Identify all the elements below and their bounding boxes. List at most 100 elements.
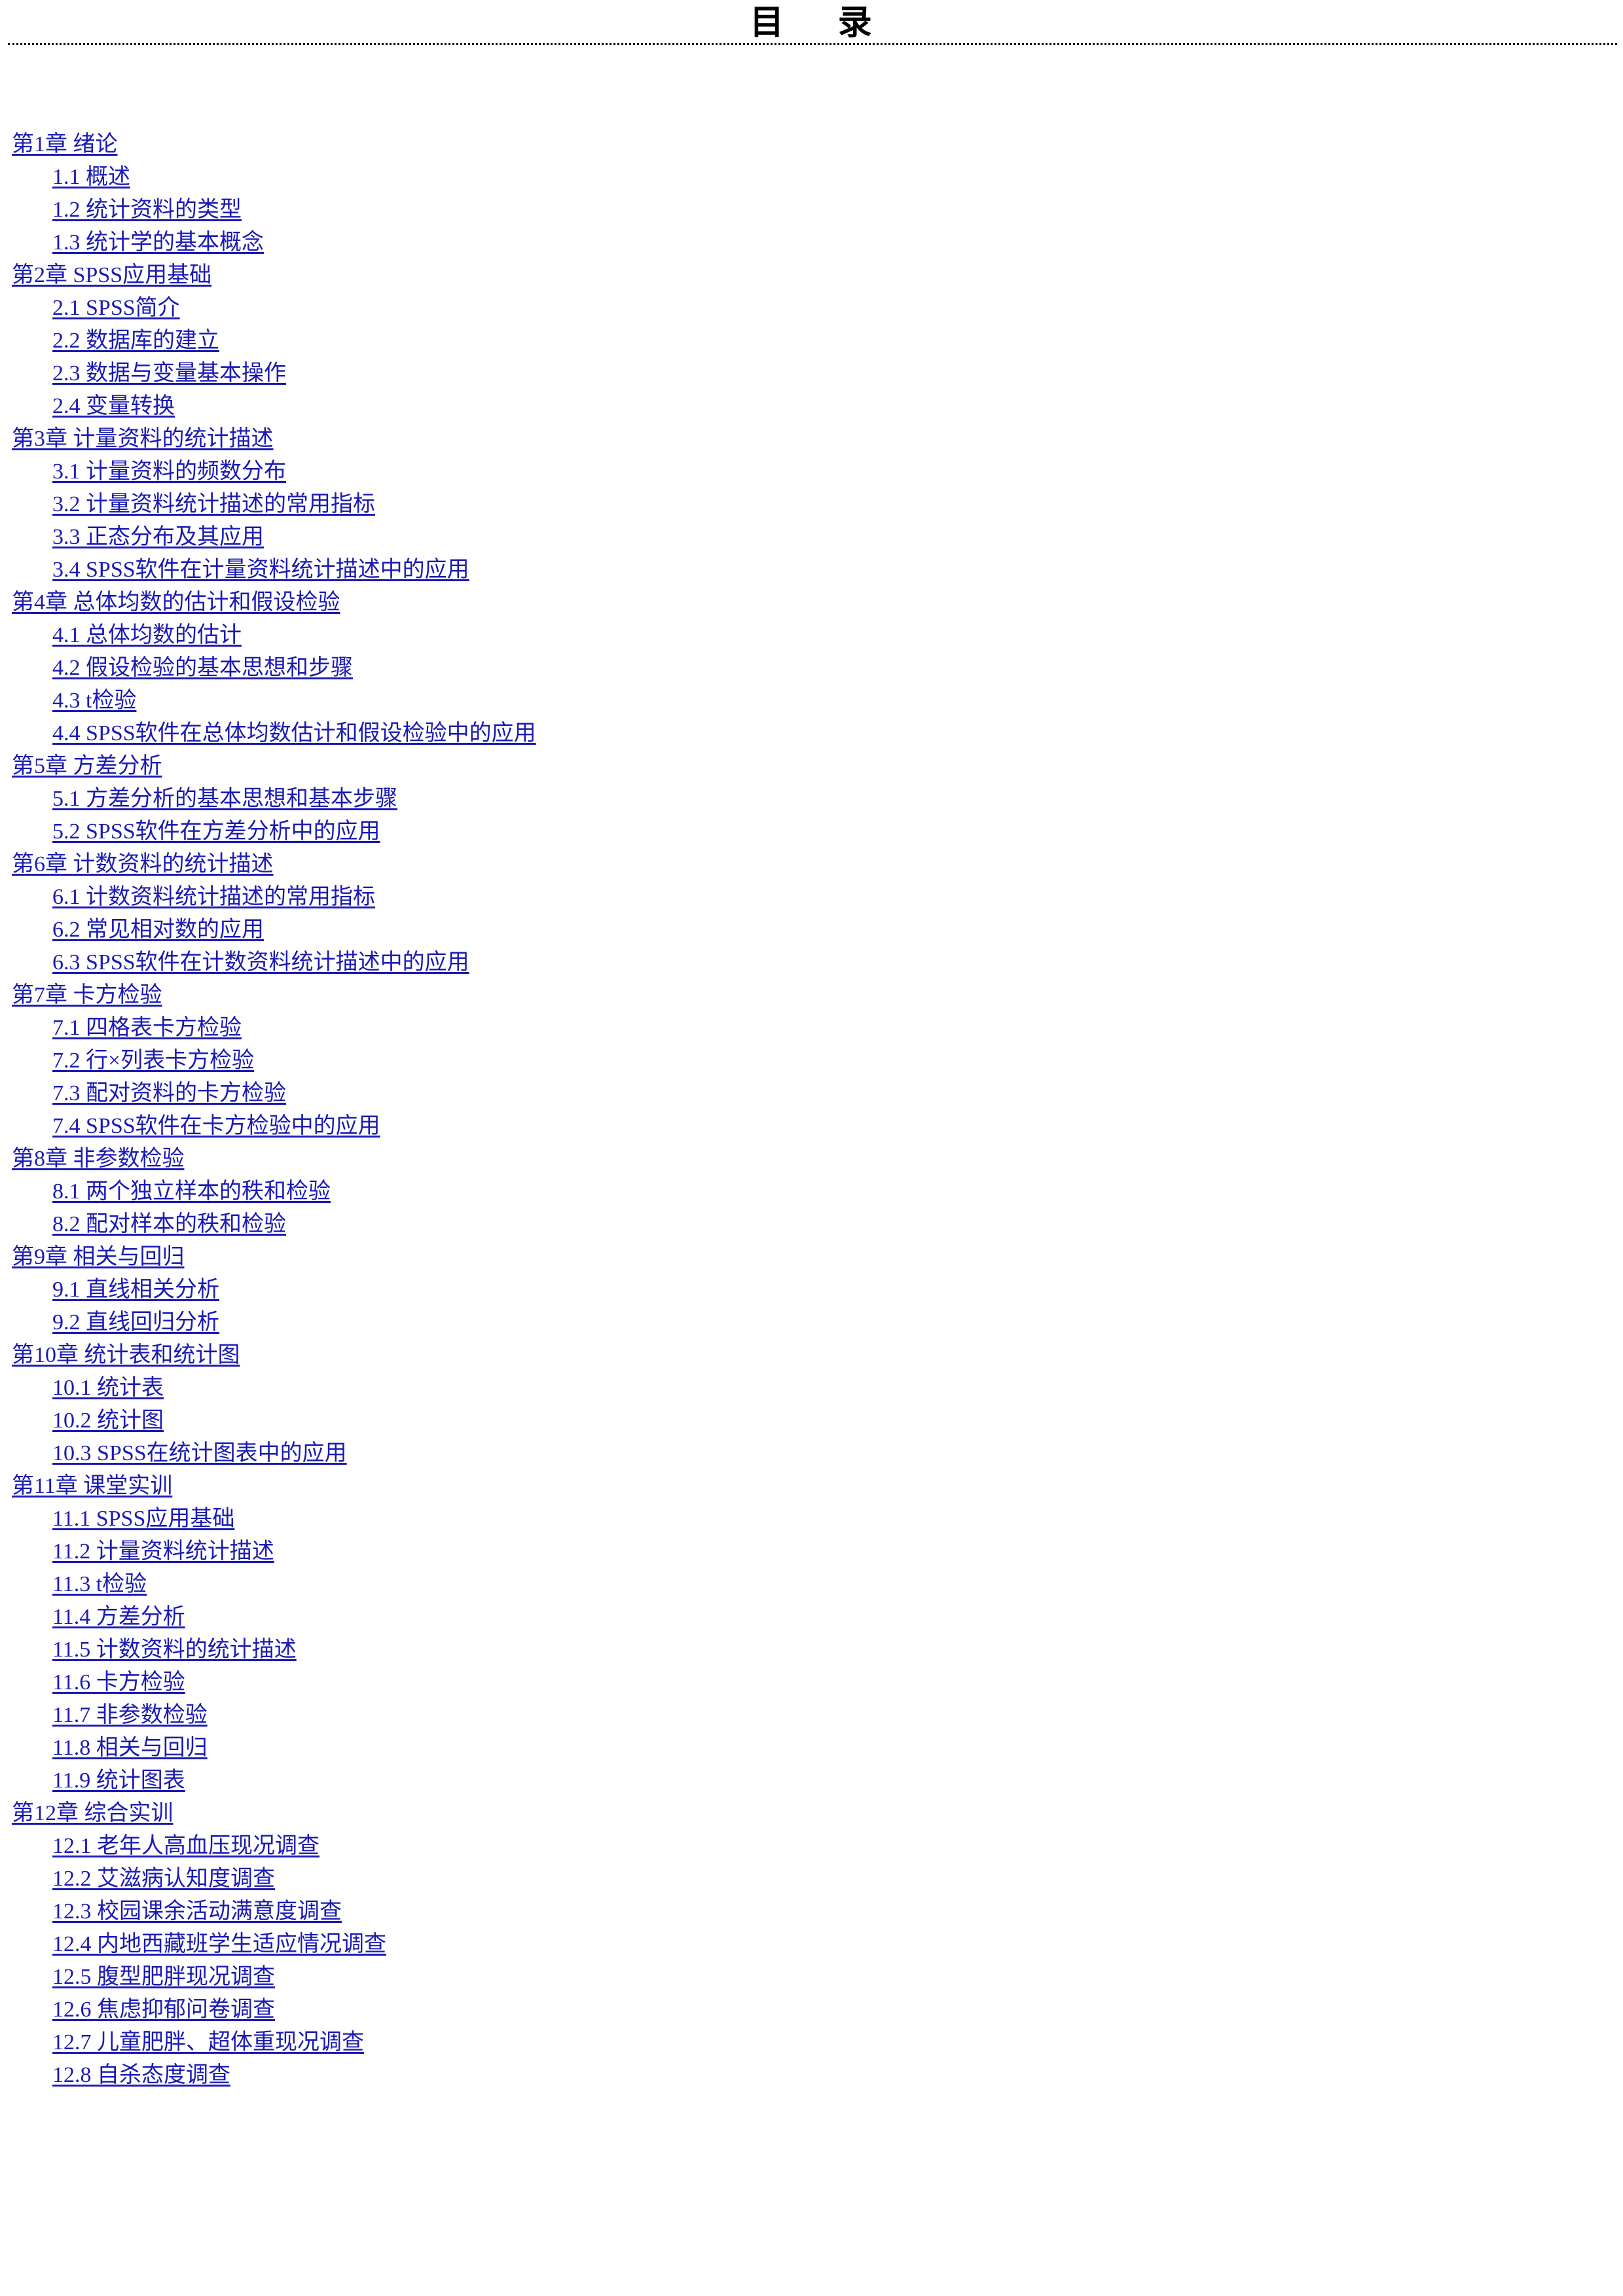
- toc-chapter-row: 第5章 方差分析: [0, 750, 1623, 783]
- toc-chapter-link[interactable]: 第8章 非参数检验: [12, 1147, 185, 1171]
- toc-section-link[interactable]: 6.2 常见相对数的应用: [52, 918, 264, 942]
- toc-section-link[interactable]: 11.4 方差分析: [52, 1605, 185, 1629]
- toc-chapter-link[interactable]: 第7章 卡方检验: [12, 983, 162, 1007]
- toc-section-link[interactable]: 4.4 SPSS软件在总体均数估计和假设检验中的应用: [52, 721, 536, 745]
- toc-section-link[interactable]: 11.6 卡方检验: [52, 1670, 185, 1695]
- toc-section-link[interactable]: 10.3 SPSS在统计图表中的应用: [52, 1441, 347, 1465]
- toc-section-link[interactable]: 4.1 总体均数的估计: [52, 623, 242, 647]
- toc-section-row: 12.7 儿童肥胖、超体重现况调查: [0, 2026, 1623, 2059]
- toc-section-link[interactable]: 11.9 统计图表: [52, 1768, 185, 1793]
- toc-section-row: 12.5 腹型肥胖现况调查: [0, 1961, 1623, 1994]
- toc-section-link[interactable]: 2.4 变量转换: [52, 394, 175, 418]
- toc-chapter-link[interactable]: 第12章 综合实训: [12, 1801, 173, 1825]
- toc-section-link[interactable]: 3.3 正态分布及其应用: [52, 525, 264, 549]
- toc-section-link[interactable]: 12.2 艾滋病认知度调查: [52, 1867, 275, 1891]
- toc-section-row: 4.1 总体均数的估计: [0, 619, 1623, 652]
- toc-section-row: 3.4 SPSS软件在计量资料统计描述中的应用: [0, 554, 1623, 586]
- toc-section-row: 11.8 相关与回归: [0, 1732, 1623, 1765]
- toc-section-link[interactable]: 5.1 方差分析的基本思想和基本步骤: [52, 787, 397, 811]
- toc-section-row: 7.1 四格表卡方检验: [0, 1012, 1623, 1045]
- toc-section-link[interactable]: 7.4 SPSS软件在卡方检验中的应用: [52, 1114, 380, 1138]
- toc-section-link[interactable]: 9.2 直线回归分析: [52, 1310, 219, 1335]
- toc-section-link[interactable]: 12.6 焦虑抑郁问卷调查: [52, 1998, 275, 2022]
- toc-section-row: 11.1 SPSS应用基础: [0, 1503, 1623, 1535]
- toc-section-row: 3.3 正态分布及其应用: [0, 521, 1623, 554]
- toc-section-link[interactable]: 2.2 数据库的建立: [52, 329, 219, 353]
- toc-chapter-link[interactable]: 第9章 相关与回归: [12, 1245, 185, 1269]
- toc-section-link[interactable]: 11.5 计数资料的统计描述: [52, 1638, 297, 1662]
- toc-section-link[interactable]: 10.1 统计表: [52, 1376, 164, 1400]
- toc-chapter-row: 第7章 卡方检验: [0, 979, 1623, 1012]
- toc-section-row: 12.1 老年人高血压现况调查: [0, 1830, 1623, 1863]
- toc-chapter-row: 第11章 课堂实训: [0, 1470, 1623, 1503]
- toc-section-link[interactable]: 12.5 腹型肥胖现况调查: [52, 1965, 275, 1989]
- toc-section-link[interactable]: 12.3 校园课余活动满意度调查: [52, 1899, 342, 1924]
- toc-section-link[interactable]: 6.3 SPSS软件在计数资料统计描述中的应用: [52, 950, 469, 975]
- toc-section-link[interactable]: 8.2 配对样本的秩和检验: [52, 1212, 286, 1236]
- toc-section-row: 12.4 内地西藏班学生适应情况调查: [0, 1928, 1623, 1961]
- toc-section-link[interactable]: 12.1 老年人高血压现况调查: [52, 1834, 319, 1858]
- toc-section-link[interactable]: 3.2 计量资料统计描述的常用指标: [52, 492, 375, 516]
- toc-section-link[interactable]: 12.8 自杀态度调查: [52, 2063, 230, 2087]
- toc-section-row: 8.1 两个独立样本的秩和检验: [0, 1175, 1623, 1208]
- toc-section-row: 2.1 SPSS简介: [0, 292, 1623, 325]
- toc-section-row: 3.2 计量资料统计描述的常用指标: [0, 488, 1623, 521]
- toc-chapter-link[interactable]: 第2章 SPSS应用基础: [12, 263, 211, 287]
- toc-chapter-row: 第10章 统计表和统计图: [0, 1339, 1623, 1372]
- page-header: 目 录: [0, 0, 1623, 47]
- toc-section-link[interactable]: 7.2 行×列表卡方检验: [52, 1049, 254, 1073]
- toc-section-row: 8.2 配对样本的秩和检验: [0, 1208, 1623, 1241]
- toc-section-link[interactable]: 7.1 四格表卡方检验: [52, 1016, 242, 1040]
- toc-section-link[interactable]: 2.3 数据与变量基本操作: [52, 361, 286, 386]
- toc-section-link[interactable]: 11.8 相关与回归: [52, 1736, 208, 1760]
- toc-section-link[interactable]: 4.2 假设检验的基本思想和步骤: [52, 656, 353, 680]
- toc-section-row: 10.1 统计表: [0, 1372, 1623, 1405]
- table-of-contents: 第1章 绪论 1.1 概述 1.2 统计资料的类型 1.3 统计学的基本概念第2章 S…: [0, 128, 1623, 2092]
- toc-section-row: 2.2 数据库的建立: [0, 325, 1623, 357]
- toc-section-link[interactable]: 1.3 统计学的基本概念: [52, 230, 264, 255]
- toc-section-row: 12.8 自杀态度调查: [0, 2059, 1623, 2092]
- toc-section-link[interactable]: 3.4 SPSS软件在计量资料统计描述中的应用: [52, 558, 469, 582]
- toc-section-row: 4.3 t检验: [0, 685, 1623, 717]
- toc-section-row: 4.4 SPSS软件在总体均数估计和假设检验中的应用: [0, 717, 1623, 750]
- toc-section-link[interactable]: 10.2 统计图: [52, 1408, 164, 1433]
- toc-chapter-link[interactable]: 第11章 课堂实训: [12, 1474, 172, 1498]
- page-title: 目 录: [750, 3, 873, 43]
- toc-chapter-row: 第3章 计量资料的统计描述: [0, 423, 1623, 456]
- toc-section-link[interactable]: 9.1 直线相关分析: [52, 1278, 219, 1302]
- toc-section-row: 1.1 概述: [0, 161, 1623, 194]
- toc-chapter-link[interactable]: 第4章 总体均数的估计和假设检验: [12, 590, 340, 615]
- toc-section-link[interactable]: 5.2 SPSS软件在方差分析中的应用: [52, 819, 380, 844]
- toc-section-link[interactable]: 11.7 非参数检验: [52, 1703, 208, 1727]
- toc-section-link[interactable]: 12.7 儿童肥胖、超体重现况调查: [52, 2030, 364, 2054]
- toc-section-row: 1.2 统计资料的类型: [0, 194, 1623, 226]
- toc-section-row: 11.4 方差分析: [0, 1601, 1623, 1634]
- toc-section-link[interactable]: 3.1 计量资料的频数分布: [52, 459, 286, 484]
- toc-section-row: 5.2 SPSS软件在方差分析中的应用: [0, 816, 1623, 848]
- toc-section-link[interactable]: 12.4 内地西藏班学生适应情况调查: [52, 1932, 386, 1956]
- toc-section-link[interactable]: 2.1 SPSS简介: [52, 296, 180, 320]
- toc-section-link[interactable]: 11.3 t检验: [52, 1572, 147, 1596]
- toc-chapter-link[interactable]: 第3章 计量资料的统计描述: [12, 427, 274, 451]
- toc-section-link[interactable]: 1.2 统计资料的类型: [52, 198, 242, 222]
- toc-section-row: 4.2 假设检验的基本思想和步骤: [0, 652, 1623, 685]
- toc-section-row: 6.3 SPSS软件在计数资料统计描述中的应用: [0, 946, 1623, 979]
- toc-chapter-link[interactable]: 第10章 统计表和统计图: [12, 1343, 240, 1367]
- toc-section-row: 10.2 统计图: [0, 1405, 1623, 1437]
- toc-chapter-link[interactable]: 第5章 方差分析: [12, 754, 162, 778]
- toc-section-row: 11.9 统计图表: [0, 1765, 1623, 1797]
- toc-section-row: 6.2 常见相对数的应用: [0, 914, 1623, 946]
- toc-section-link[interactable]: 6.1 计数资料统计描述的常用指标: [52, 885, 375, 909]
- toc-section-link[interactable]: 11.2 计量资料统计描述: [52, 1539, 274, 1564]
- toc-section-link[interactable]: 4.3 t检验: [52, 689, 136, 713]
- toc-section-row: 12.3 校园课余活动满意度调查: [0, 1895, 1623, 1928]
- toc-section-link[interactable]: 1.1 概述: [52, 165, 130, 189]
- toc-chapter-link[interactable]: 第6章 计数资料的统计描述: [12, 852, 274, 876]
- toc-section-row: 11.5 计数资料的统计描述: [0, 1634, 1623, 1666]
- toc-chapter-row: 第8章 非参数检验: [0, 1143, 1623, 1175]
- toc-section-link[interactable]: 11.1 SPSS应用基础: [52, 1507, 234, 1531]
- toc-section-link[interactable]: 7.3 配对资料的卡方检验: [52, 1081, 286, 1105]
- toc-section-row: 6.1 计数资料统计描述的常用指标: [0, 881, 1623, 914]
- toc-section-link[interactable]: 8.1 两个独立样本的秩和检验: [52, 1179, 331, 1204]
- toc-chapter-link[interactable]: 第1章 绪论: [12, 132, 118, 156]
